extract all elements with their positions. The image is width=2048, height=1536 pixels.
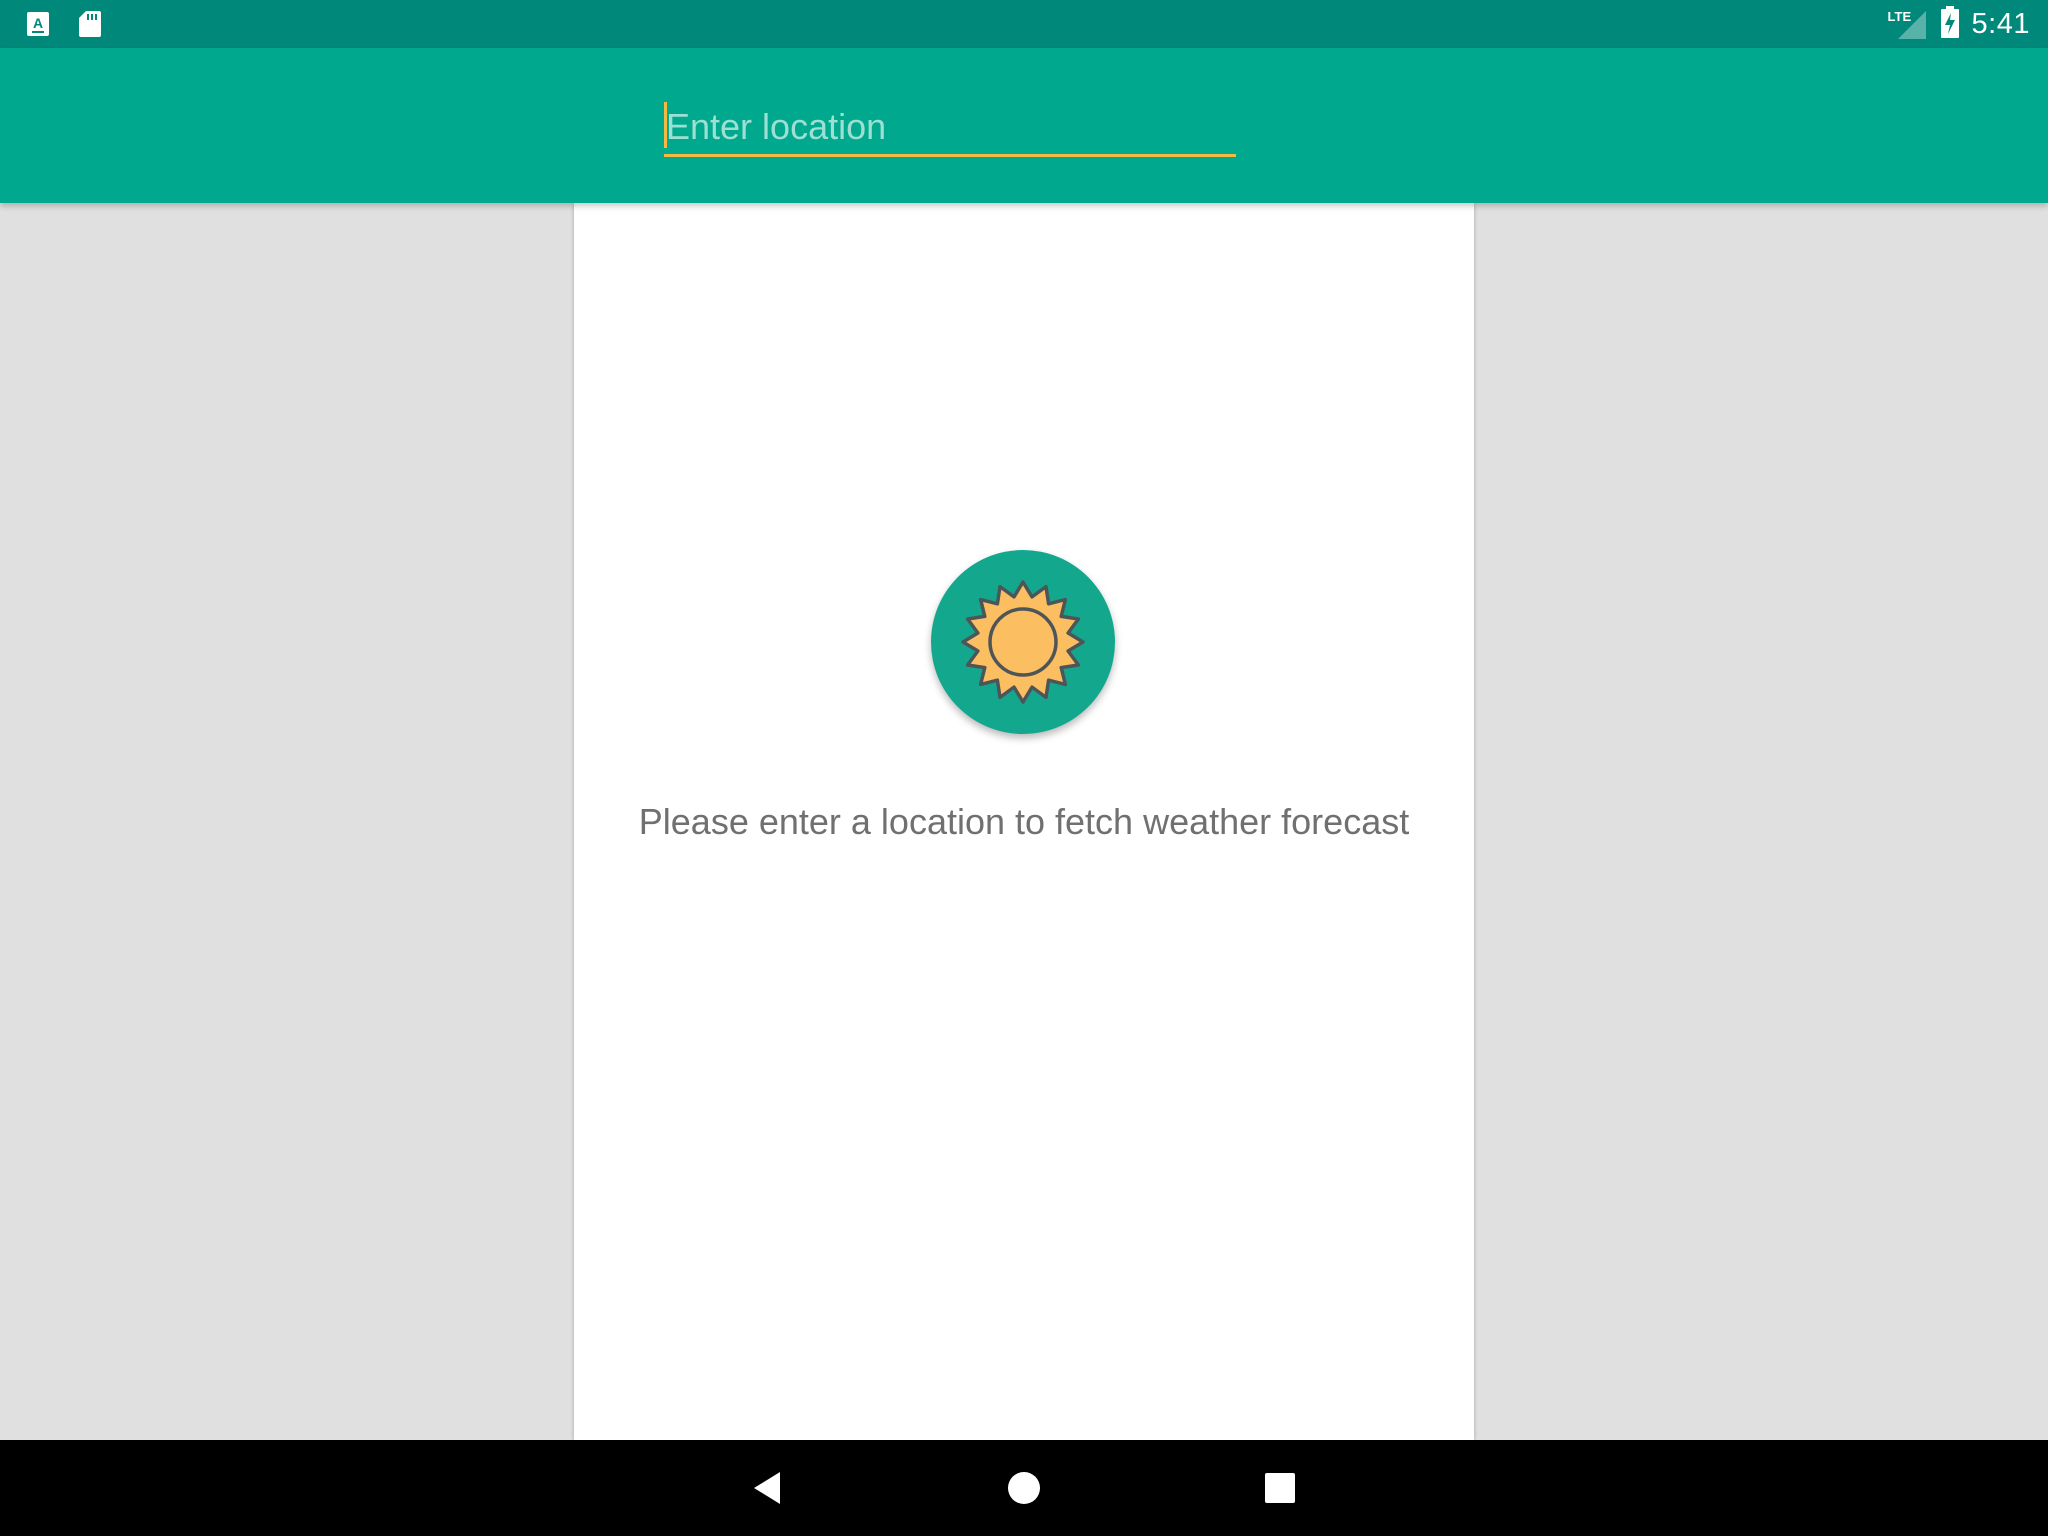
svg-text:A: A — [33, 15, 43, 31]
text-cursor — [664, 102, 667, 148]
home-icon[interactable] — [1000, 1464, 1048, 1512]
location-search[interactable] — [664, 100, 1236, 157]
sd-card-icon — [78, 10, 102, 43]
navigation-bar — [0, 1440, 2048, 1536]
empty-state-message: Please enter a location to fetch weather… — [638, 801, 1410, 842]
keyboard-a-icon: A — [26, 11, 50, 42]
sun-graphic — [961, 580, 1085, 704]
recents-icon[interactable] — [1256, 1464, 1304, 1512]
status-bar: A LTE 5:41 — [0, 0, 2048, 48]
battery-charging-icon — [1940, 5, 1960, 43]
status-right-icons: LTE 5:41 — [1888, 5, 2030, 43]
lte-signal-icon: LTE — [1888, 7, 1928, 41]
app-bar — [0, 48, 2048, 203]
content-card: Please enter a location to fetch weather… — [574, 203, 1474, 1440]
status-left-icons: A — [26, 10, 102, 43]
location-input[interactable] — [664, 100, 1236, 154]
clock: 5:41 — [1971, 7, 2030, 40]
back-icon[interactable] — [744, 1464, 792, 1512]
sun-icon — [931, 550, 1115, 734]
